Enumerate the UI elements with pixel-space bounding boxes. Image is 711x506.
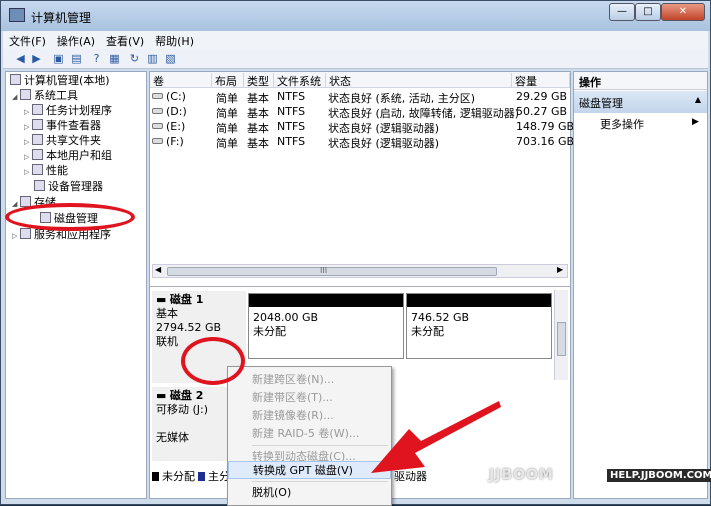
watermark-site: HELP.JJBOOM.COM — [607, 469, 711, 482]
annotation-arrow — [371, 401, 501, 473]
computer-management-window: 计算机管理 — □ ✕ 文件(F) 操作(A) 查看(V) 帮助(H) ◀ ▶ ▣ ▤… — [0, 0, 711, 506]
annotation-arrow-overlay — [371, 401, 501, 473]
watermark-brand: JJBOOM — [489, 467, 554, 483]
